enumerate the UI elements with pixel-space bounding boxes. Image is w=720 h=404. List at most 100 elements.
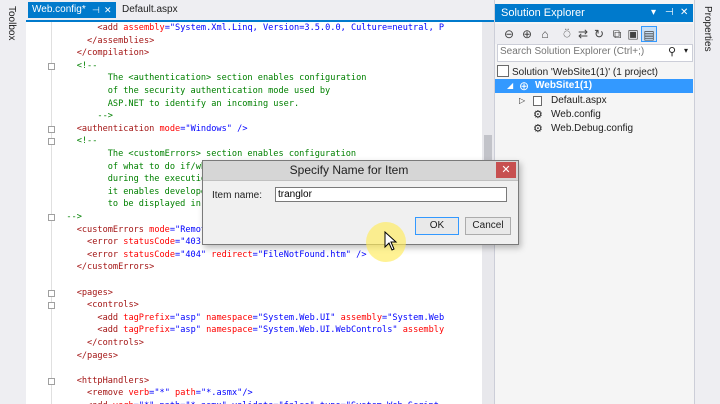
search-options-dropdown-icon[interactable]: ▾ [684,46,688,55]
pin-icon[interactable]: ⊣ [665,4,674,22]
expand-arrow-icon[interactable]: ▷ [519,94,525,108]
close-icon[interactable]: ✕ [680,4,688,22]
code-token: </controls> [87,338,144,348]
collapse-all-icon[interactable]: ⧉ [609,26,625,42]
code-token: <add [97,325,124,336]
code-line[interactable]: <add tagPrefix="asp" namespace="System.W… [56,312,444,324]
code-line[interactable]: <remove verb="*" path="*.asmx"/> [56,387,253,399]
code-line[interactable]: </assemblies> [56,35,154,47]
code-token: statusCode [123,249,176,260]
code-token: of the security authentication mode used… [56,86,331,96]
code-line[interactable]: </controls> [56,337,144,349]
code-token: mode [149,224,170,235]
cancel-button[interactable]: Cancel [465,217,511,235]
outline-toggle-icon[interactable] [48,289,55,297]
code-line[interactable]: <error statusCode="404" redirect="FileNo… [56,249,367,261]
ok-button[interactable]: OK [415,217,459,235]
tree-item-default-aspx[interactable]: ▷ Default.aspx [519,94,693,108]
code-token: "FileNotFound.htm" [257,249,351,260]
code-line[interactable]: <controls> [56,299,139,311]
code-line[interactable]: <add assembly="System.Xml.Linq, Version=… [56,22,444,34]
tree-item-website[interactable]: ◢ ⊕ WebSite1(1) [495,79,693,93]
back-icon[interactable]: ⊖ [501,26,517,42]
code-token: assembly [123,23,165,33]
code-token: "asp" [175,325,201,336]
forward-icon[interactable]: ⊕ [519,26,535,42]
properties-icon[interactable]: ▤ [641,26,657,42]
code-line[interactable]: --> [56,110,113,122]
outline-toggle-icon[interactable] [48,377,55,385]
tree-item-web-debug-config[interactable]: ⚙ Web.Debug.config [533,122,693,136]
code-line[interactable]: </compilation> [56,47,149,59]
home-icon[interactable]: ⌂ [537,26,553,42]
code-token: "*.asmx" [200,388,243,399]
sync-icon[interactable]: ⇄ [575,26,591,42]
code-token: tagPrefix [123,325,170,336]
code-token: /> [242,388,253,399]
toolbox-panel[interactable]: Toolbox [0,0,27,404]
dialog-title: Specify Name for Item [289,163,409,177]
outline-toggle-icon[interactable] [48,138,55,146]
pin-icon[interactable]: ⊣ [92,2,100,18]
code-line[interactable]: <authentication mode="Windows" /> [56,123,248,135]
tab-web-config[interactable]: Web.config* ⊣ ✕ [28,2,116,18]
pending-changes-filter-icon[interactable]: ⍥ [559,26,575,42]
collapse-arrow-icon[interactable]: ◢ [507,79,513,93]
properties-label[interactable]: Properties [702,6,713,52]
close-icon[interactable]: ✕ [496,162,516,178]
outline-toggle-icon[interactable] [48,62,55,70]
code-token: "System.Xml.Linq, Version=3.5.0.0, Cultu… [169,23,445,33]
code-token: /> [350,249,367,260]
code-line[interactable]: <add tagPrefix="asp" namespace="System.W… [56,324,444,336]
code-line[interactable]: </customErrors> [56,261,155,273]
dialog-titlebar[interactable]: Specify Name for Item ✕ [203,161,518,181]
solution-explorer-search[interactable]: ⚲ ▾ [497,44,693,62]
config-file-icon: ⚙ [533,109,543,121]
outline-toggle-icon[interactable] [48,214,55,221]
code-token: The <authentication> section enables con… [56,73,367,84]
solution-icon [497,65,509,77]
code-token: verb [128,388,150,399]
toolbox-label[interactable]: Toolbox [6,6,17,40]
outline-toggle-icon[interactable] [48,302,55,310]
code-token: </customErrors> [76,262,155,273]
tab-default-aspx[interactable]: Default.aspx [118,2,188,18]
code-line[interactable]: </pages> [56,350,118,362]
code-line[interactable]: <!-- [56,135,98,147]
code-line[interactable]: ASP.NET to identify an incoming user. [56,98,299,110]
code-line[interactable]: The <authentication> section enables con… [56,72,367,84]
item-name-input[interactable] [275,187,507,202]
code-line[interactable]: of the security authentication mode used… [56,85,330,97]
outline-toggle-icon[interactable] [48,125,55,133]
config-file-icon: ⚙ [533,123,543,135]
dropdown-icon[interactable]: ▾ [651,4,656,22]
search-icon[interactable]: ⚲ [668,45,676,58]
code-line[interactable]: <httpHandlers> [56,375,149,387]
refresh-icon[interactable]: ↻ [591,26,607,42]
code-token: "System.Web.UI" [257,312,336,323]
tree-item-solution[interactable]: Solution 'WebSite1(1)' (1 project) [497,65,693,79]
code-token: --> [56,212,82,222]
code-token: "Windows" [185,123,232,134]
code-line[interactable]: <!-- [56,60,98,72]
close-icon[interactable]: ✕ [104,2,112,18]
code-token: redirect [206,249,253,260]
code-line[interactable]: The <customErrors> section enables confi… [56,148,356,160]
show-all-files-icon[interactable]: ▣ [625,26,641,42]
search-input[interactable] [500,46,660,57]
code-line[interactable]: <pages> [56,287,113,299]
code-token: namespace [200,312,253,323]
tree-item-web-config[interactable]: ⚙ Web.config [533,108,693,122]
code-line[interactable]: <add verb="*" path="*.asmx" validate="fa… [56,400,439,404]
code-line[interactable]: --> [56,211,82,223]
mouse-pointer-icon [384,231,398,251]
code-token: path [169,388,196,399]
properties-panel[interactable]: Properties [694,0,720,404]
